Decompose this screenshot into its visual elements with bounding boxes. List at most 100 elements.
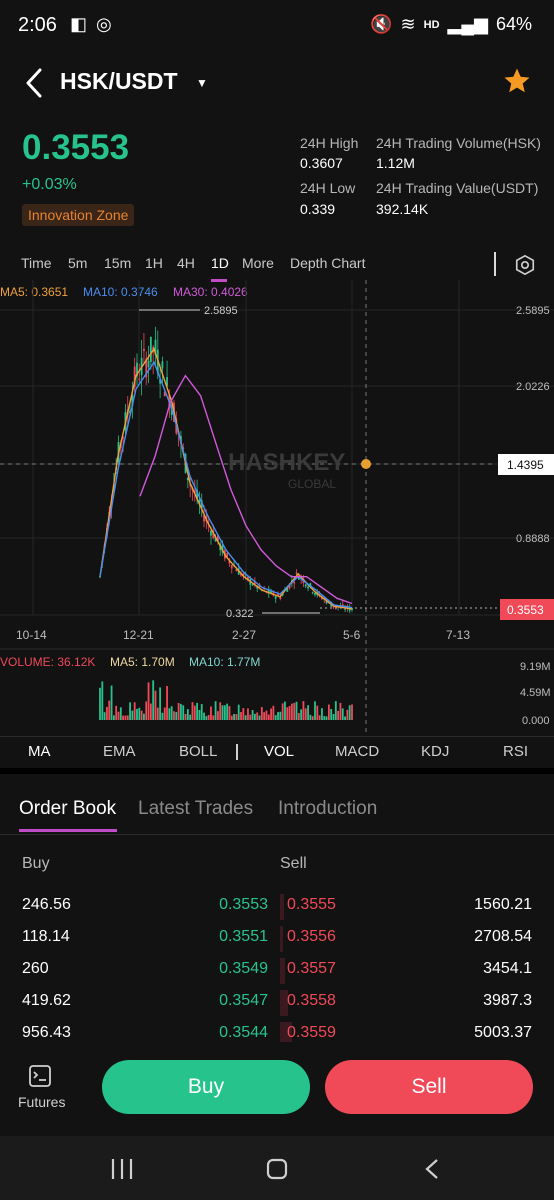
notification-icons: ◧ ◎ xyxy=(70,14,114,34)
volume-bar xyxy=(270,708,272,720)
timeframe-4h[interactable]: 4H xyxy=(177,255,195,271)
watermark-sub: GLOBAL xyxy=(288,477,336,491)
timeframe-more[interactable]: More xyxy=(242,255,274,271)
pair-dropdown-icon[interactable]: ▼ xyxy=(196,76,208,90)
back-icon[interactable] xyxy=(20,66,50,100)
indicator-divider xyxy=(236,744,238,760)
timeframe-time[interactable]: Time xyxy=(21,255,52,271)
volume-bar xyxy=(307,705,309,720)
indicator-ma[interactable]: MA xyxy=(28,743,51,760)
buy-button[interactable]: Buy xyxy=(102,1060,310,1114)
signal-icon: ▂▄▆ xyxy=(447,14,488,34)
candle-body xyxy=(143,348,145,352)
volume-bar xyxy=(258,715,261,720)
volume-bar xyxy=(251,710,254,720)
volume-bar xyxy=(288,706,291,720)
volume-bar xyxy=(147,682,150,720)
sell-price: 0.3559 xyxy=(287,1024,336,1041)
depth-chart-tab[interactable]: Depth Chart xyxy=(290,255,365,271)
tab-latest-trades[interactable]: Latest Trades xyxy=(138,798,253,820)
favorite-star-icon[interactable] xyxy=(502,66,532,96)
candle-body xyxy=(344,608,346,610)
futures-icon[interactable] xyxy=(28,1064,52,1088)
volume-bar xyxy=(175,712,178,720)
x-axis-tick: 10-14 xyxy=(16,628,47,642)
tab-order-book[interactable]: Order Book xyxy=(19,798,116,820)
sell-depth-bar xyxy=(280,926,283,952)
volume-bar xyxy=(115,705,118,720)
volume-bar xyxy=(267,714,270,720)
timeframe-1h[interactable]: 1H xyxy=(145,255,163,271)
candle-body xyxy=(147,360,150,368)
buy-price: 0.3553 xyxy=(219,896,268,913)
order-book-row[interactable]: 246.56 0.3553 0.3555 1560.21 xyxy=(0,894,554,928)
chart-settings-icon[interactable] xyxy=(514,254,536,276)
sell-depth-bar xyxy=(280,958,285,984)
indicator-boll[interactable]: BOLL xyxy=(179,743,217,760)
futures-label[interactable]: Futures xyxy=(18,1094,65,1110)
volume-ma10-legend: MA10: 1.77M xyxy=(189,655,261,669)
volume-bar xyxy=(279,711,282,720)
high-label: 24H High xyxy=(300,135,359,151)
indicator-rsi[interactable]: RSI xyxy=(503,743,528,760)
sell-depth-bar xyxy=(280,894,284,920)
volume-bar xyxy=(334,701,337,720)
order-book-row[interactable]: 419.62 0.3547 0.3558 3987.3 xyxy=(0,990,554,1024)
timeframe-5m[interactable]: 5m xyxy=(68,255,87,271)
candle-body xyxy=(341,604,344,606)
order-book-row[interactable]: 118.14 0.3551 0.3556 2708.54 xyxy=(0,926,554,960)
order-book-row[interactable]: 260 0.3549 0.3557 3454.1 xyxy=(0,958,554,992)
volume-bar xyxy=(309,714,312,720)
volume-bar xyxy=(191,702,194,720)
sell-button[interactable]: Sell xyxy=(325,1060,533,1114)
volume-bar xyxy=(325,716,328,720)
volume-bar xyxy=(293,702,296,720)
volume-bar xyxy=(163,707,166,720)
price-axis-tick: 0.8888 xyxy=(516,533,550,545)
tab-introduction[interactable]: Introduction xyxy=(278,798,377,820)
buy-price: 0.3544 xyxy=(219,1024,268,1041)
timeframe-1d[interactable]: 1D xyxy=(211,255,229,271)
low-value: 0.339 xyxy=(300,201,336,217)
volume-bar xyxy=(152,680,155,720)
volume-bar xyxy=(323,716,326,720)
indicator-macd[interactable]: MACD xyxy=(335,743,379,760)
candle-body xyxy=(161,361,164,369)
indicator-vol[interactable]: VOL xyxy=(264,743,294,760)
volume-bar xyxy=(318,715,321,720)
volume-bar xyxy=(154,690,157,720)
buy-quantity: 419.62 xyxy=(22,992,71,1009)
indicator-ema[interactable]: EMA xyxy=(103,743,136,760)
price-change: +0.03% xyxy=(22,176,77,193)
volume-axis-tick: 4.59M xyxy=(520,687,551,699)
volume-legend: VOLUME: 36.12K xyxy=(0,655,96,669)
sell-price: 0.3556 xyxy=(287,928,336,945)
value-value: 392.14K xyxy=(376,201,429,217)
chart-grid xyxy=(0,280,554,616)
buy-price: 0.3547 xyxy=(219,992,268,1009)
hd-voice-label: HD xyxy=(423,18,440,31)
volume-bar xyxy=(344,716,346,720)
buy-quantity: 956.43 xyxy=(22,1024,71,1041)
innovation-zone-badge[interactable]: Innovation Zone xyxy=(22,204,135,226)
timeframe-15m[interactable]: 15m xyxy=(104,255,131,271)
volume-bar xyxy=(166,685,168,720)
volume-bar xyxy=(112,715,115,720)
recent-apps-icon[interactable] xyxy=(110,1158,134,1180)
home-icon[interactable] xyxy=(266,1158,288,1180)
volume-bar xyxy=(286,707,289,720)
last-price: 0.3553 xyxy=(22,128,130,167)
volume-bar xyxy=(346,709,349,720)
volume-bar xyxy=(265,710,268,720)
volume-bar xyxy=(156,707,159,720)
system-back-icon[interactable] xyxy=(424,1158,440,1180)
price-axis-tick: 2.5895 xyxy=(516,305,550,317)
indicator-kdj[interactable]: KDJ xyxy=(421,743,449,760)
volume-value: 1.12M xyxy=(376,155,415,171)
sell-quantity: 1560.21 xyxy=(474,896,532,913)
volume-bar xyxy=(223,705,226,720)
sell-quantity: 3987.3 xyxy=(483,992,532,1009)
volume-bar xyxy=(131,710,134,720)
pair-title[interactable]: HSK/USDT xyxy=(60,68,178,95)
sell-quantity: 3454.1 xyxy=(483,960,532,977)
